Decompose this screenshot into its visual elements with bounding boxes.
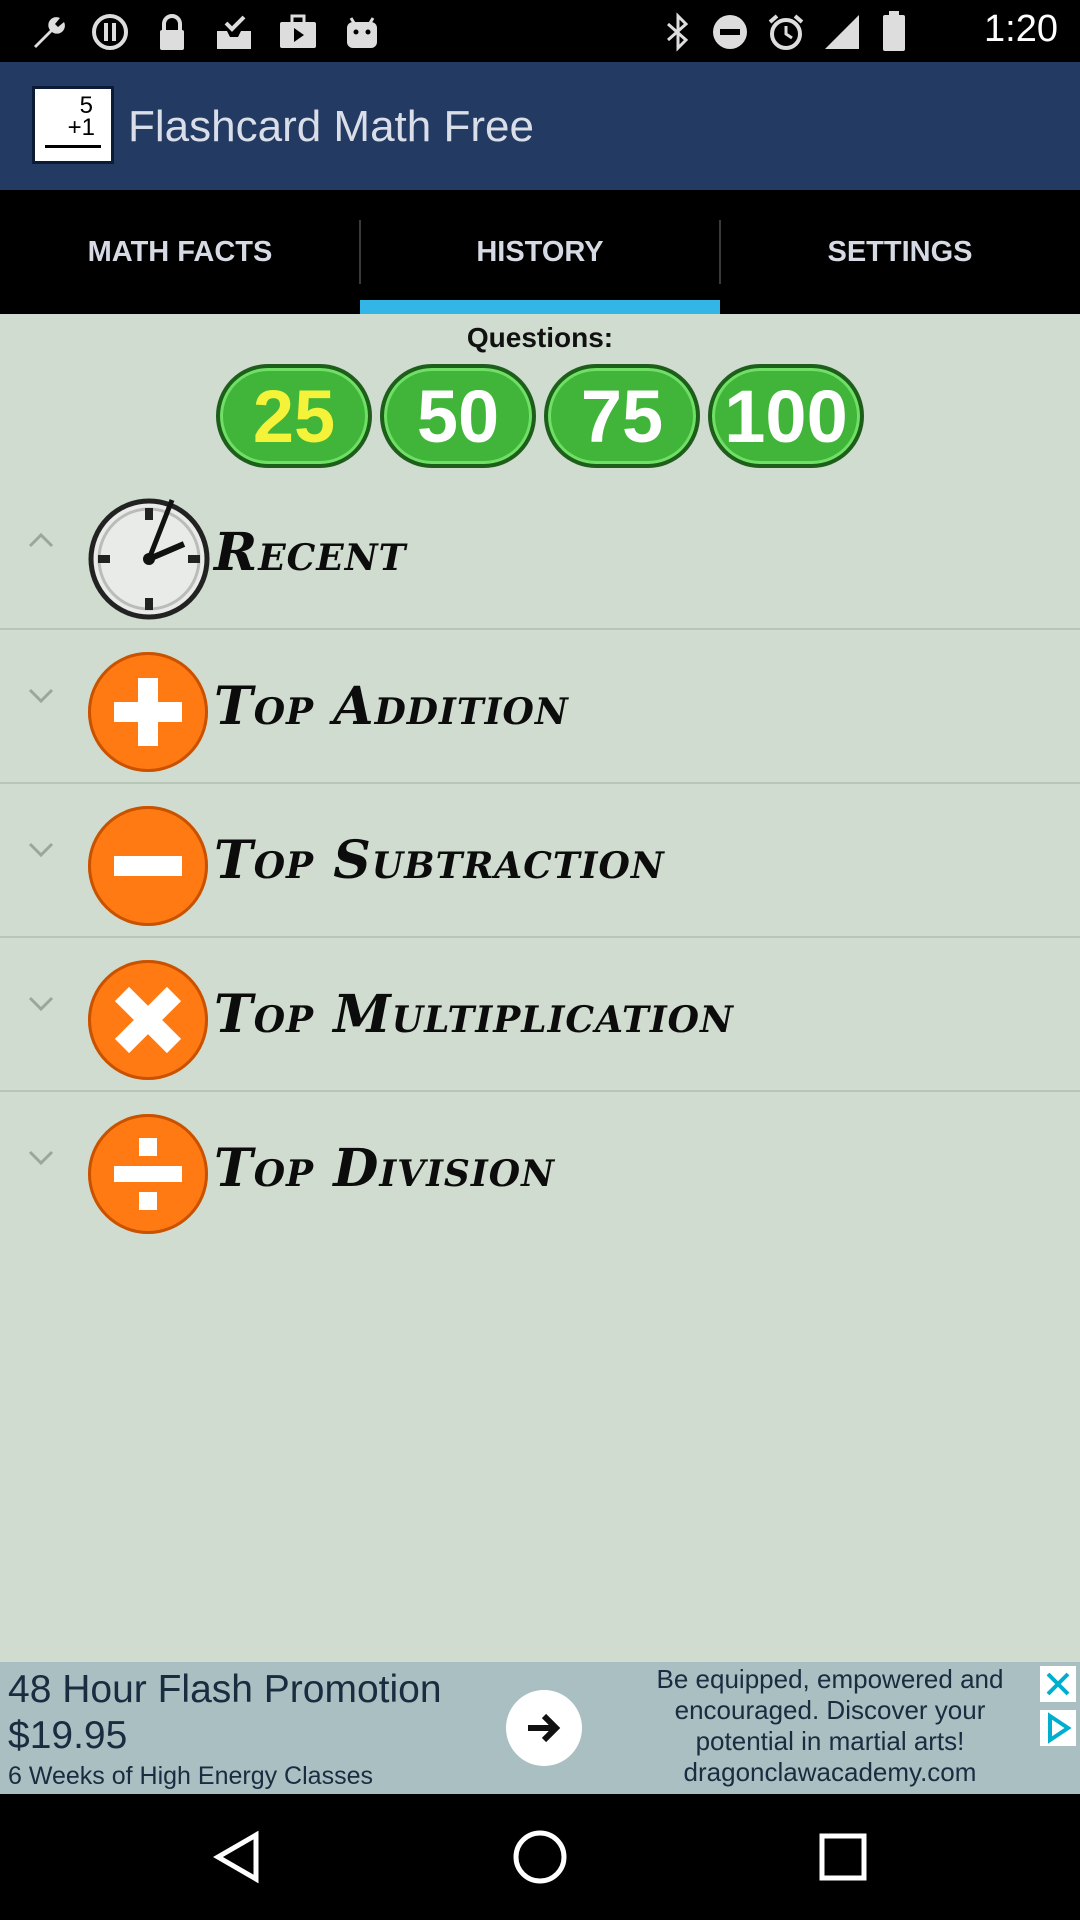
back-icon[interactable] [208,1827,268,1887]
minus-icon [88,806,208,926]
navigation-bar [0,1794,1080,1920]
home-icon[interactable] [510,1827,570,1887]
ad-subline: 6 Weeks of High Energy Classes [8,1762,373,1790]
ad-banner[interactable]: 48 Hour Flash Promotion $19.95 6 Weeks o… [0,1662,1080,1794]
tab-bar: MATH FACTS HISTORY SETTINGS [0,190,1080,314]
questions-label: Questions: [466,322,614,353]
chevron-up-icon [28,532,54,548]
ad-choices-icon[interactable] [1040,1710,1076,1746]
questions-75-button[interactable]: 75 [544,364,700,468]
ad-headline: 48 Hour Flash Promotion [8,1668,442,1711]
logo-bar [45,145,101,148]
divide-icon [88,1114,208,1234]
questions-50-button[interactable]: 50 [380,364,536,468]
questions-100-button[interactable]: 100 [708,364,864,468]
battery-icon [872,10,916,54]
briefcase-play-icon [276,10,320,54]
wrench-icon [26,10,70,54]
history-group-division[interactable]: Top Division [0,1090,1080,1244]
chevron-down-icon [28,996,54,1012]
history-group-addition[interactable]: Top Addition [0,628,1080,784]
ad-body-text: Be equipped, empowered and encouraged. D… [656,1664,1004,1756]
recents-icon[interactable] [813,1827,873,1887]
history-group-label: Recent [214,522,407,583]
chevron-down-icon [28,1150,54,1166]
history-group-label: Top Division [214,1138,556,1199]
ad-domain: dragonclawacademy.com [683,1757,977,1787]
alarm-icon [764,10,808,54]
signal-icon [820,10,864,54]
tab-selected-indicator [360,300,720,314]
logo-line-2: +1 [67,114,95,141]
tab-history[interactable]: HISTORY [360,190,720,314]
history-group-label: Top Addition [214,676,569,737]
lock-icon [150,10,194,54]
history-group-label: Top Subtraction [214,830,665,891]
app-title: Flashcard Math Free [128,102,534,151]
history-group-multiplication[interactable]: Top Multiplication [0,936,1080,1092]
multiply-icon [88,960,208,1080]
android-icon [340,10,384,54]
status-time: 1:20 [984,8,1058,50]
circle-info-icon [88,10,132,54]
tab-math-facts[interactable]: MATH FACTS [0,190,360,314]
history-group-label: Top Multiplication [214,984,734,1045]
history-group-subtraction[interactable]: Top Subtraction [0,782,1080,938]
inbox-check-icon [212,10,256,54]
ad-close-icon[interactable] [1040,1666,1076,1702]
app-logo: 5 +1 [32,86,114,164]
clock-icon [88,498,210,620]
history-group-recent[interactable]: Recent [0,474,1080,630]
ad-body: Be equipped, empowered and encouraged. D… [630,1664,1030,1788]
tab-settings[interactable]: SETTINGS [720,190,1080,314]
chevron-down-icon [28,842,54,858]
questions-25-button[interactable]: 25 [216,364,372,468]
plus-icon [88,652,208,772]
ad-price: $19.95 [8,1714,128,1757]
status-bar: 1:20 [0,0,1080,62]
action-bar: 5 +1 Flashcard Math Free [0,62,1080,190]
do-not-disturb-icon [708,10,752,54]
bluetooth-icon [656,10,700,54]
chevron-down-icon [28,688,54,704]
arrow-right-icon[interactable] [506,1690,582,1766]
